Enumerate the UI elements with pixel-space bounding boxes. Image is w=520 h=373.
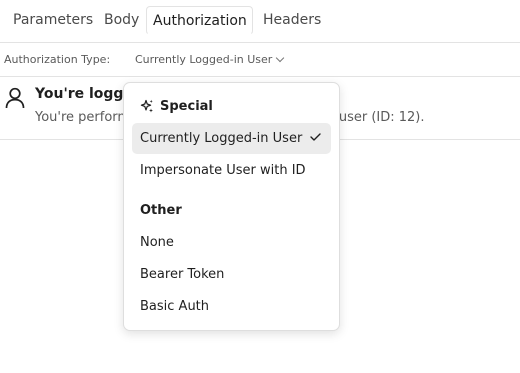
authorization-type-value: Currently Logged-in User	[135, 53, 273, 66]
tab-authorization[interactable]: Authorization	[146, 6, 253, 35]
user-icon	[5, 87, 25, 109]
group-heading-special-label: Special	[160, 99, 213, 114]
option-label: None	[140, 235, 174, 250]
authorization-type-row: Authorization Type: Currently Logged-in …	[0, 43, 520, 77]
sparkle-icon	[140, 99, 153, 112]
tab-body[interactable]: Body	[98, 6, 145, 35]
option-impersonate-user-with-id[interactable]: Impersonate User with ID	[132, 155, 331, 186]
tab-bar: Parameters Body Authorization Headers	[0, 0, 520, 43]
tab-headers[interactable]: Headers	[257, 6, 327, 35]
checkmark-icon	[310, 133, 321, 141]
option-label: Impersonate User with ID	[140, 163, 306, 178]
option-label: Currently Logged-in User	[140, 131, 303, 146]
group-heading-special: Special	[140, 99, 213, 114]
info-text-left: You're perform	[35, 110, 131, 125]
group-heading-other: Other	[140, 203, 182, 218]
chevron-down-icon	[276, 53, 285, 63]
option-basic-auth[interactable]: Basic Auth	[132, 291, 331, 322]
option-label: Bearer Token	[140, 267, 225, 282]
option-label: Basic Auth	[140, 299, 210, 314]
authorization-type-dropdown: Special Currently Logged-in User Imperso…	[123, 82, 340, 331]
authorization-type-label: Authorization Type:	[4, 53, 111, 66]
option-none[interactable]: None	[132, 227, 331, 258]
authorization-type-select[interactable]: Currently Logged-in User	[135, 53, 285, 66]
option-currently-logged-in-user[interactable]: Currently Logged-in User	[132, 123, 331, 154]
option-bearer-token[interactable]: Bearer Token	[132, 259, 331, 290]
tab-parameters[interactable]: Parameters	[7, 6, 99, 35]
